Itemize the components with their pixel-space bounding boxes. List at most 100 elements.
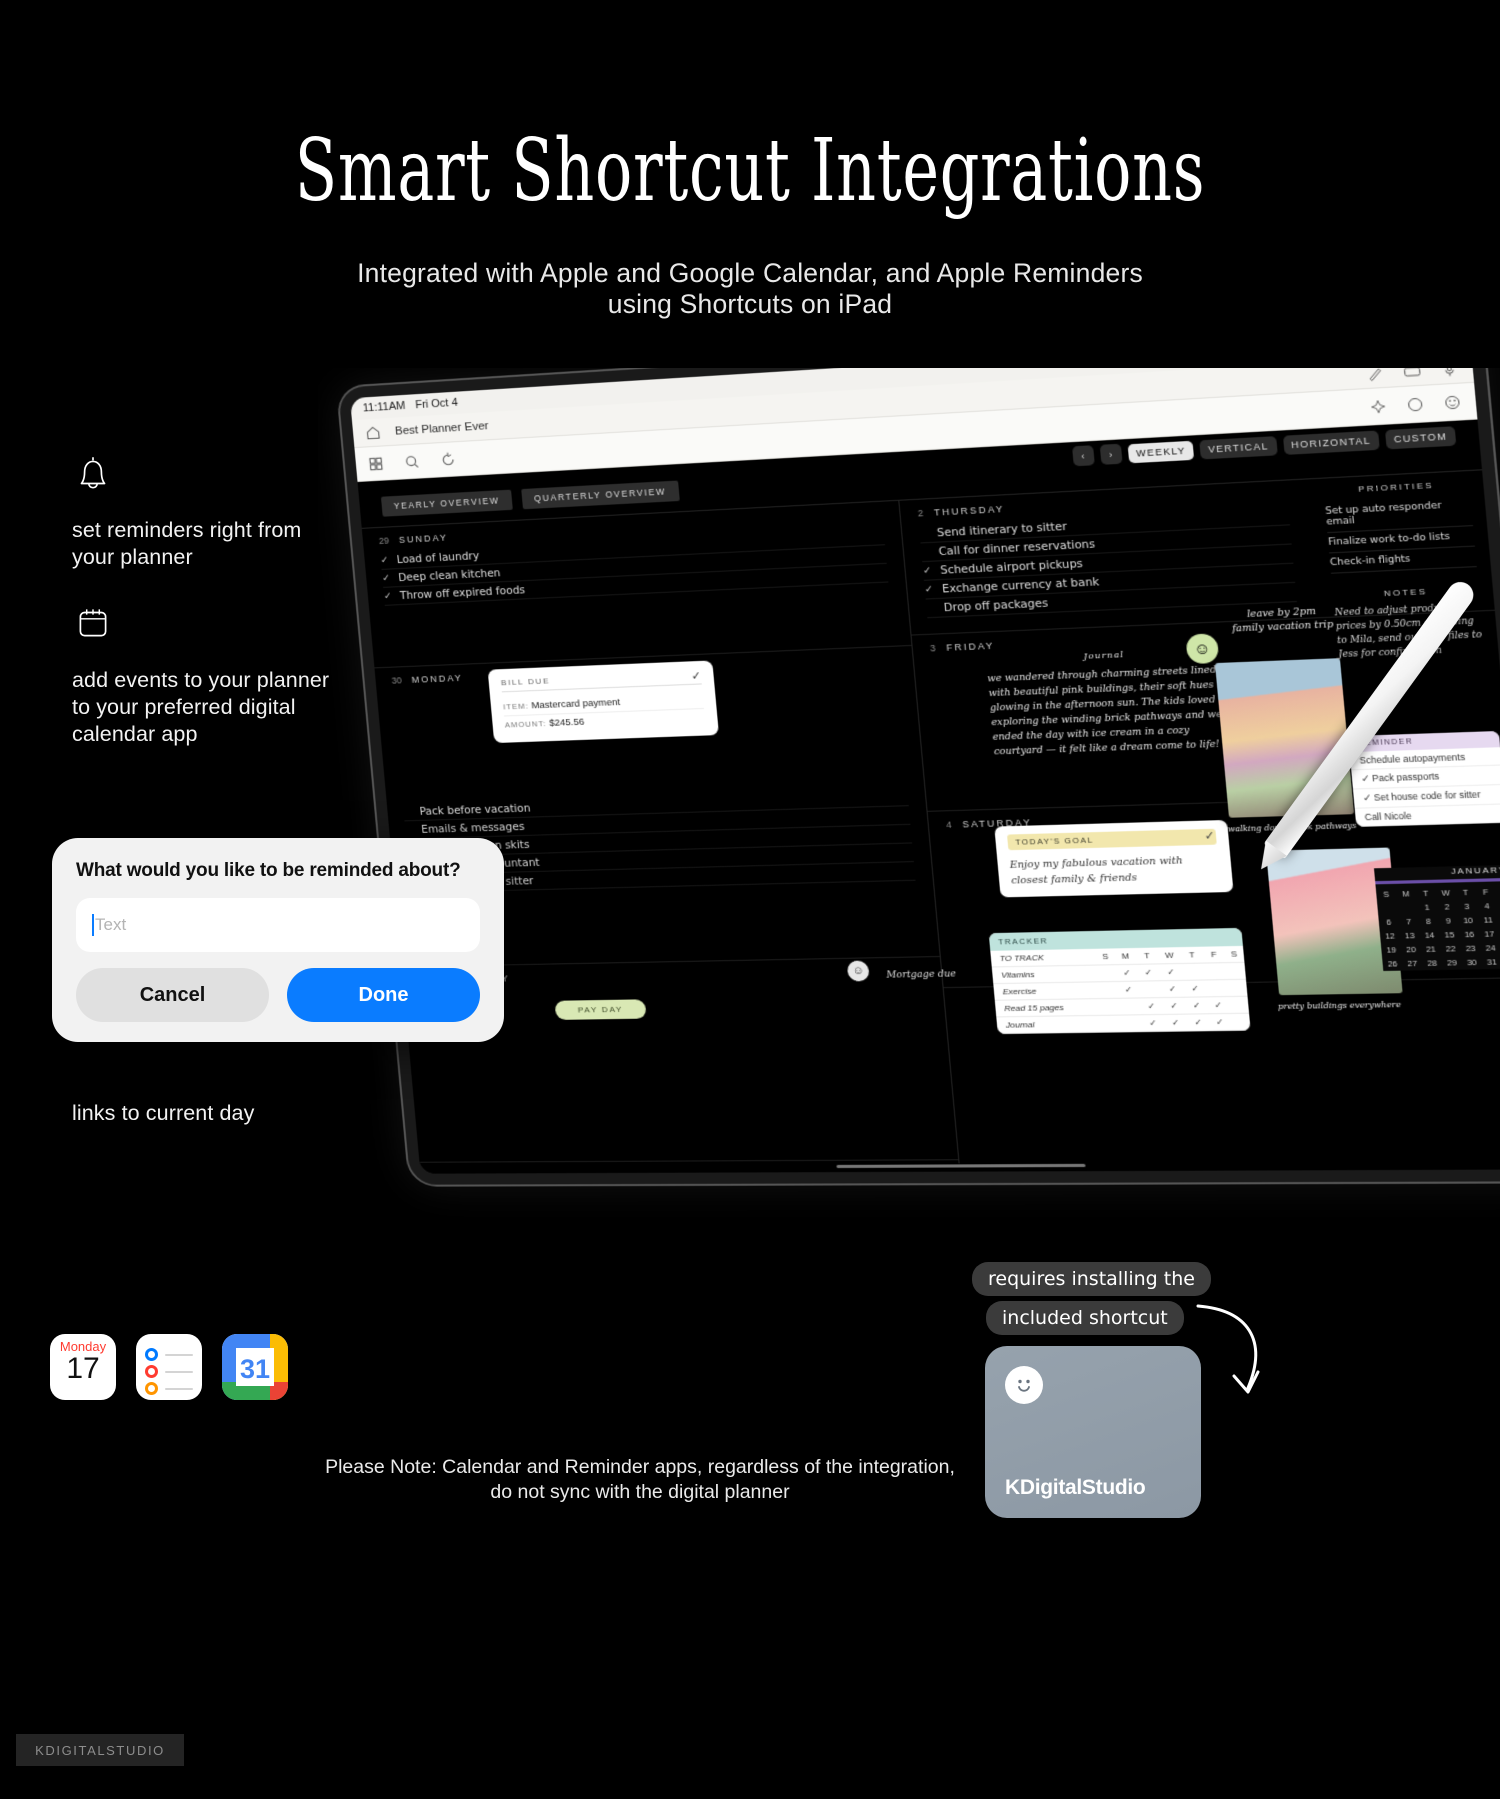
- feature-text: add events to your planner to your prefe…: [72, 668, 330, 746]
- day-name: SUNDAY: [398, 532, 449, 545]
- done-button[interactable]: Done: [287, 968, 480, 1022]
- google-calendar-icon[interactable]: 31: [222, 1334, 288, 1400]
- next-page-button[interactable]: ›: [1099, 443, 1123, 465]
- status-time: 11:11AM: [362, 399, 406, 415]
- feature-text: links to current day: [72, 1101, 255, 1125]
- tracker-row-label: Journal: [996, 1015, 1103, 1034]
- grid-icon[interactable]: [367, 455, 384, 472]
- reminder-icon-row: [136, 1346, 202, 1363]
- view-chip-vertical[interactable]: VERTICAL: [1199, 435, 1278, 459]
- task-text: Deep clean kitchen: [397, 566, 501, 584]
- toolbar2-actions: [1368, 393, 1462, 416]
- tracker-day-m: M: [1113, 947, 1137, 965]
- tab-yearly-overview[interactable]: YEARLY OVERVIEW: [380, 489, 513, 517]
- bill-amount-value: $245.56: [548, 716, 585, 729]
- page-subtitle: Integrated with Apple and Google Calenda…: [250, 258, 1250, 320]
- reminder-dot-red: [145, 1365, 158, 1378]
- event-note: leave by 2pm family vacation trip: [1230, 605, 1334, 637]
- refresh-icon[interactable]: [439, 451, 457, 468]
- mini-cal-day: S: [1382, 889, 1390, 900]
- annotation-pill-included: included shortcut: [986, 1301, 1184, 1335]
- checkbox-icon[interactable]: [380, 555, 390, 565]
- journal-text: we wandered through charming streets lin…: [986, 665, 1223, 758]
- input-placeholder: Text: [95, 915, 127, 934]
- checkbox-icon[interactable]: [924, 584, 935, 595]
- reminder-item-text: Set house code for sitter: [1373, 788, 1482, 803]
- mini-calendar-accent-bar: [1375, 877, 1500, 885]
- goal-check-icon[interactable]: ✓: [1204, 829, 1216, 843]
- checkbox-icon[interactable]: [384, 591, 394, 601]
- smiley-face-icon: [1005, 1366, 1043, 1404]
- svg-text:31: 31: [240, 1354, 270, 1384]
- status-date: Fri Oct 4: [414, 396, 459, 412]
- annotation-pill-requires: requires installing the: [972, 1262, 1211, 1296]
- view-chip-weekly[interactable]: WEEKLY: [1127, 440, 1195, 463]
- bill-check-icon[interactable]: ✓: [691, 669, 702, 683]
- reminder-line: [165, 1353, 193, 1356]
- reminder-text-input[interactable]: Text: [76, 898, 480, 952]
- mini-calendar[interactable]: JANUARY S M T W T F S: [1373, 864, 1500, 971]
- keyboard-icon[interactable]: [1402, 368, 1422, 380]
- apple-reminders-icon[interactable]: [136, 1334, 202, 1400]
- tracker-day-t2: T: [1180, 946, 1204, 964]
- task-text: Throw off expired foods: [399, 583, 526, 602]
- calendar-icon-date: 17: [66, 1352, 100, 1385]
- goal-card-label: TODAY'S GOAL: [1007, 828, 1217, 851]
- day-number: 4: [945, 819, 953, 831]
- day-number: 3: [929, 642, 937, 654]
- ipad-mockup: 11:11AM Fri Oct 4 Best Planner Ever ‹ › …: [318, 368, 1500, 1268]
- bill-amount-label: AMOUNT:: [504, 718, 547, 730]
- tab-quarterly-overview[interactable]: QUARTERLY OVERVIEW: [520, 480, 680, 510]
- reminder-dot-orange: [145, 1382, 158, 1395]
- goal-card-text: Enjoy my fabulous vacation with closest …: [1009, 855, 1184, 887]
- home-icon[interactable]: [364, 424, 381, 441]
- side-panel: PRIORITIES Set up auto responder email F…: [1308, 458, 1500, 673]
- shortcut-tile[interactable]: KDigitalStudio: [985, 1346, 1201, 1518]
- tracker-row[interactable]: Journal ✓ ✓ ✓ ✓: [996, 1013, 1251, 1034]
- event-note-line1: leave by 2pm: [1246, 606, 1317, 621]
- day-number: 30: [391, 675, 403, 686]
- tracker-row-label: Exercise: [993, 981, 1100, 1001]
- prev-page-button[interactable]: ‹: [1072, 445, 1095, 467]
- feature-set-reminders: set reminders right from your planner: [72, 452, 332, 571]
- tracker-day-s2: S: [1223, 945, 1245, 963]
- cancel-button[interactable]: Cancel: [76, 968, 269, 1022]
- tracker-day-t1: T: [1135, 947, 1159, 965]
- mini-cal-day: T: [1462, 887, 1469, 898]
- promo-page: Smart Shortcut Integrations Integrated w…: [0, 0, 1500, 1799]
- microphone-icon[interactable]: [1439, 368, 1459, 378]
- sticker-icon[interactable]: [1405, 395, 1425, 413]
- feature-text: set reminders right from your planner: [72, 518, 302, 569]
- curved-arrow-icon: [1196, 1304, 1260, 1394]
- sparkle-icon[interactable]: [1368, 397, 1388, 415]
- day-name: MONDAY: [411, 672, 464, 685]
- reminder-item-text: Pack passports: [1371, 770, 1440, 784]
- apple-calendar-icon[interactable]: Monday 17: [50, 1334, 116, 1400]
- search-icon[interactable]: [403, 453, 421, 470]
- bill-card-title: BILL DUE: [500, 670, 702, 693]
- tracker-day-s1: S: [1095, 948, 1116, 966]
- feature-add-events: add events to your planner to your prefe…: [72, 602, 332, 748]
- pen-icon[interactable]: [1365, 368, 1385, 382]
- tracker-col-header: TO TRACK: [990, 948, 1097, 967]
- day-number: 29: [378, 535, 390, 546]
- habit-tracker-card[interactable]: TRACKER TO TRACK S M T W T F S Vitamins …: [988, 927, 1251, 1035]
- task-text: Send itinerary to sitter: [936, 519, 1068, 539]
- bill-due-card[interactable]: BILL DUE ITEM: Mastercard payment AMOUNT…: [487, 660, 720, 744]
- emoji-icon[interactable]: [1442, 393, 1462, 411]
- view-chip-custom[interactable]: CUSTOM: [1384, 425, 1457, 449]
- reminder-card[interactable]: REMINDER Schedule autopayments ✓ Pack pa…: [1348, 730, 1500, 827]
- todays-goal-card[interactable]: TODAY'S GOAL Enjoy my fabulous vacation …: [994, 819, 1234, 898]
- checkbox-icon[interactable]: [382, 573, 392, 583]
- bill-item-value: Mastercard payment: [530, 696, 621, 712]
- tracker-row-label: Read 15 pages: [994, 998, 1102, 1017]
- checkbox-icon[interactable]: [923, 565, 934, 576]
- bill-item-label: ITEM:: [502, 701, 530, 712]
- task-text: Pack before vacation: [419, 801, 531, 818]
- reminder-line: [165, 1387, 193, 1390]
- task-text: Drop off packages: [943, 596, 1049, 614]
- feature-links-current-day: links to current day: [72, 1100, 332, 1127]
- day-number: 2: [917, 507, 924, 519]
- page-title: Smart Shortcut Integrations: [294, 121, 1206, 221]
- day-name: THURSDAY: [933, 503, 1006, 518]
